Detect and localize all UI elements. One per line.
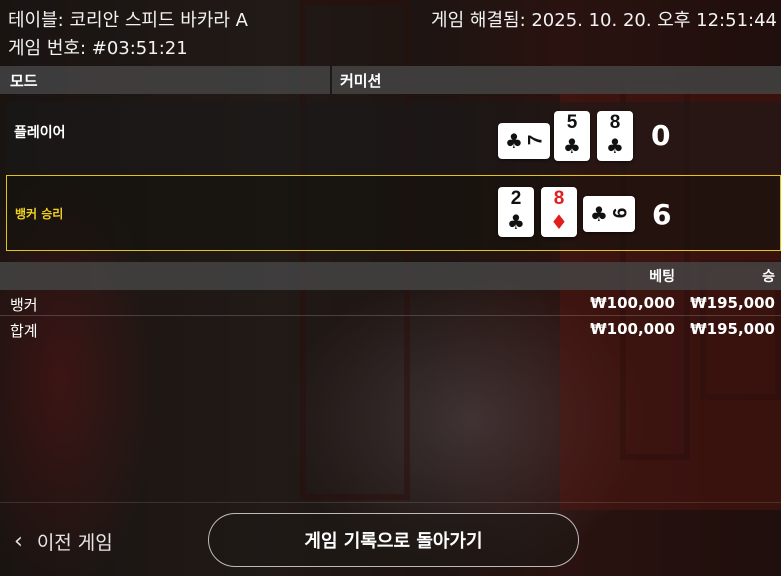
bet-row-label: 뱅커 [10, 296, 38, 314]
chevron-left-icon: ‹ [14, 528, 23, 554]
bet-row-total: 합계 ₩100,000 ₩195,000 [0, 317, 781, 342]
player-card-3: 8 ♣ [597, 111, 633, 161]
card-rank: 2 [510, 188, 522, 209]
club-icon: ♣ [590, 202, 608, 226]
win-column-header: 승 [762, 269, 775, 285]
card-rank: 8 [553, 188, 565, 209]
back-to-history-button[interactable]: 게임 기록으로 돌아가기 [208, 513, 579, 567]
commission-header: 커미션 [332, 66, 781, 94]
player-score: 0 [651, 119, 671, 152]
commission-header-label: 커미션 [340, 72, 382, 90]
banker-win-label: 뱅커 승리 [15, 207, 64, 221]
bet-column-header: 베팅 [649, 269, 675, 285]
card-rank: 5 [566, 112, 578, 133]
mode-header-label: 모드 [10, 72, 38, 90]
club-icon: ♣ [563, 134, 581, 158]
table-title: 테이블: 코리안 스피드 바카라 A [8, 10, 248, 31]
player-label: 플레이어 [14, 125, 66, 141]
banker-card-2: 8 ♦ [541, 187, 577, 237]
game-resolved-time: 게임 해결됨: 2025. 10. 20. 오후 12:51:44 [431, 10, 777, 31]
banker-card-1: 2 ♣ [498, 187, 534, 237]
banker-hand-row: 뱅커 승리 2 ♣ 8 ♦ 6 ♣ 6 [6, 175, 781, 251]
footer-divider [0, 502, 781, 503]
bet-amount: ₩100,000 [590, 320, 675, 338]
club-icon: ♣ [507, 210, 525, 234]
bet-amount: ₩100,000 [590, 294, 675, 312]
bet-summary-header: 베팅 승 [0, 262, 781, 290]
club-icon: ♣ [606, 134, 624, 158]
win-amount: ₩195,000 [690, 294, 775, 312]
mode-header: 모드 [0, 66, 330, 94]
previous-game-link[interactable]: ‹ 이전 게임 [14, 528, 113, 555]
banker-score: 6 [652, 198, 672, 231]
bet-row-banker: 뱅커 ₩100,000 ₩195,000 [0, 291, 781, 316]
player-hand-row: 플레이어 7 ♣ 5 ♣ 8 ♣ 0 [6, 102, 781, 174]
game-result-panel: 테이블: 코리안 스피드 바카라 A 게임 번호: #03:51:21 게임 해… [0, 0, 781, 576]
win-amount: ₩195,000 [690, 320, 775, 338]
game-number: 게임 번호: #03:51:21 [8, 38, 188, 59]
player-card-1: 7 ♣ [498, 123, 550, 159]
bet-row-label: 합계 [10, 322, 38, 340]
previous-game-label: 이전 게임 [36, 532, 113, 554]
club-icon: ♣ [505, 129, 523, 153]
card-rank: 8 [609, 112, 621, 133]
diamond-icon: ♦ [550, 210, 568, 234]
card-rank: 7 [525, 134, 547, 146]
banker-card-3: 6 ♣ [583, 196, 635, 232]
card-rank: 6 [610, 207, 632, 219]
player-card-2: 5 ♣ [554, 111, 590, 161]
